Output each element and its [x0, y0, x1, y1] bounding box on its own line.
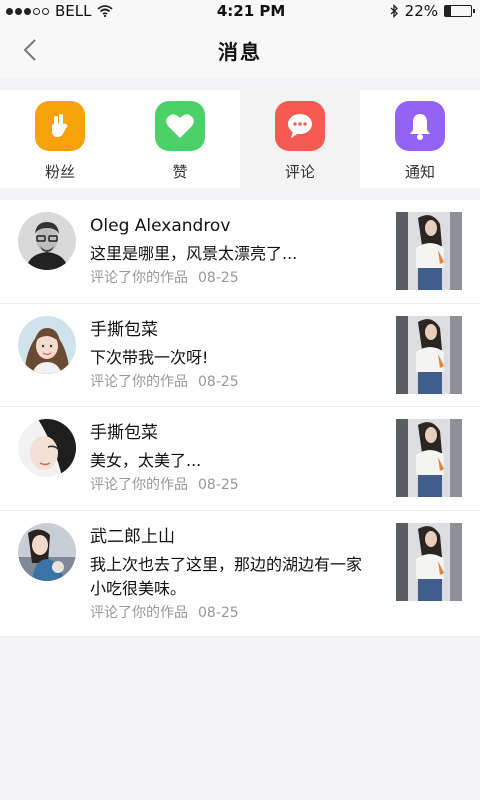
back-button[interactable]: [12, 32, 48, 68]
commenter-name: 手撕包菜: [90, 320, 158, 340]
comment-date: 08-25: [198, 374, 239, 390]
battery-icon: [444, 5, 475, 17]
comment-content: 手撕包菜 下次带我一次呀! 评论了你的作品 08-25: [90, 318, 376, 392]
status-left: BELL: [6, 2, 114, 20]
commenter-name: 手撕包菜: [90, 423, 158, 443]
tab-fans[interactable]: 粉丝: [0, 90, 120, 188]
comment-text: 这里是哪里，风景太漂亮了...: [90, 244, 298, 263]
chevron-left-icon: [23, 39, 36, 61]
list-item[interactable]: 手撕包菜 下次带我一次呀! 评论了你的作品 08-25: [0, 304, 480, 407]
comment-meta: 评论了你的作品 08-25: [90, 603, 376, 623]
comment-meta: 评论了你的作品 08-25: [90, 475, 376, 495]
comment-meta: 评论了你的作品 08-25: [90, 372, 376, 392]
comment-text: 我上次也去了这里，那边的湖边有一家小吃很美味。: [90, 555, 363, 598]
commenter-name: 武二郎上山: [90, 527, 175, 547]
comment-content: Oleg Alexandrov 这里是哪里，风景太漂亮了... 评论了你的作品 0…: [90, 214, 376, 288]
comment-action: 评论了你的作品: [90, 374, 188, 390]
comment-action: 评论了你的作品: [90, 270, 188, 286]
comment-action: 评论了你的作品: [90, 477, 188, 493]
bell-icon: [395, 101, 445, 151]
comment-content: 手撕包菜 美女，太美了... 评论了你的作品 08-25: [90, 421, 376, 495]
commenter-name: Oleg Alexandrov: [90, 216, 231, 236]
tab-comments[interactable]: 评论: [240, 90, 360, 188]
navigation-bar: 消息: [0, 22, 480, 78]
list-item[interactable]: 武二郎上山 我上次也去了这里，那边的湖边有一家小吃很美味。 评论了你的作品 08-…: [0, 511, 480, 637]
avatar[interactable]: [18, 316, 76, 374]
tab-label-comments: 评论: [284, 163, 315, 181]
status-right: 22%: [389, 2, 475, 20]
comment-meta: 评论了你的作品 08-25: [90, 268, 376, 288]
tab-label-notifications: 通知: [404, 163, 435, 181]
avatar[interactable]: [18, 419, 76, 477]
carrier-name: BELL: [55, 2, 92, 20]
post-thumbnail[interactable]: [396, 419, 462, 497]
post-thumbnail[interactable]: [396, 212, 462, 290]
bluetooth-icon: [390, 4, 398, 18]
comment-date: 08-25: [198, 477, 239, 493]
post-thumbnail[interactable]: [396, 316, 462, 394]
battery-percent: 22%: [404, 2, 438, 20]
clock: 4:21 PM: [216, 2, 286, 20]
tab-notifications[interactable]: 通知: [360, 90, 480, 188]
comment-text: 下次带我一次呀!: [90, 348, 209, 367]
tab-label-likes: 赞: [172, 163, 188, 181]
list-item[interactable]: 手撕包菜 美女，太美了... 评论了你的作品 08-25: [0, 407, 480, 511]
post-thumbnail[interactable]: [396, 523, 462, 601]
heart-icon: [155, 101, 205, 151]
comment-list: Oleg Alexandrov 这里是哪里，风景太漂亮了... 评论了你的作品 0…: [0, 200, 480, 637]
comment-bubble-icon: [275, 101, 325, 151]
tab-likes[interactable]: 赞: [120, 90, 240, 188]
tab-label-fans: 粉丝: [44, 163, 75, 181]
list-item[interactable]: Oleg Alexandrov 这里是哪里，风景太漂亮了... 评论了你的作品 0…: [0, 200, 480, 304]
category-tabs: 粉丝 赞 评论 通知: [0, 90, 480, 188]
wifi-icon: [97, 5, 114, 17]
hand-icon: [35, 101, 85, 151]
comment-text: 美女，太美了...: [90, 451, 202, 470]
avatar[interactable]: [18, 523, 76, 581]
comment-content: 武二郎上山 我上次也去了这里，那边的湖边有一家小吃很美味。 评论了你的作品 08-…: [90, 525, 376, 623]
comment-action: 评论了你的作品: [90, 605, 188, 621]
page-title: 消息: [218, 39, 262, 64]
avatar[interactable]: [18, 212, 76, 270]
signal-strength-icon: [6, 7, 49, 15]
comment-date: 08-25: [198, 270, 239, 286]
status-bar: BELL 4:21 PM 22%: [0, 0, 480, 22]
comment-date: 08-25: [198, 605, 239, 621]
